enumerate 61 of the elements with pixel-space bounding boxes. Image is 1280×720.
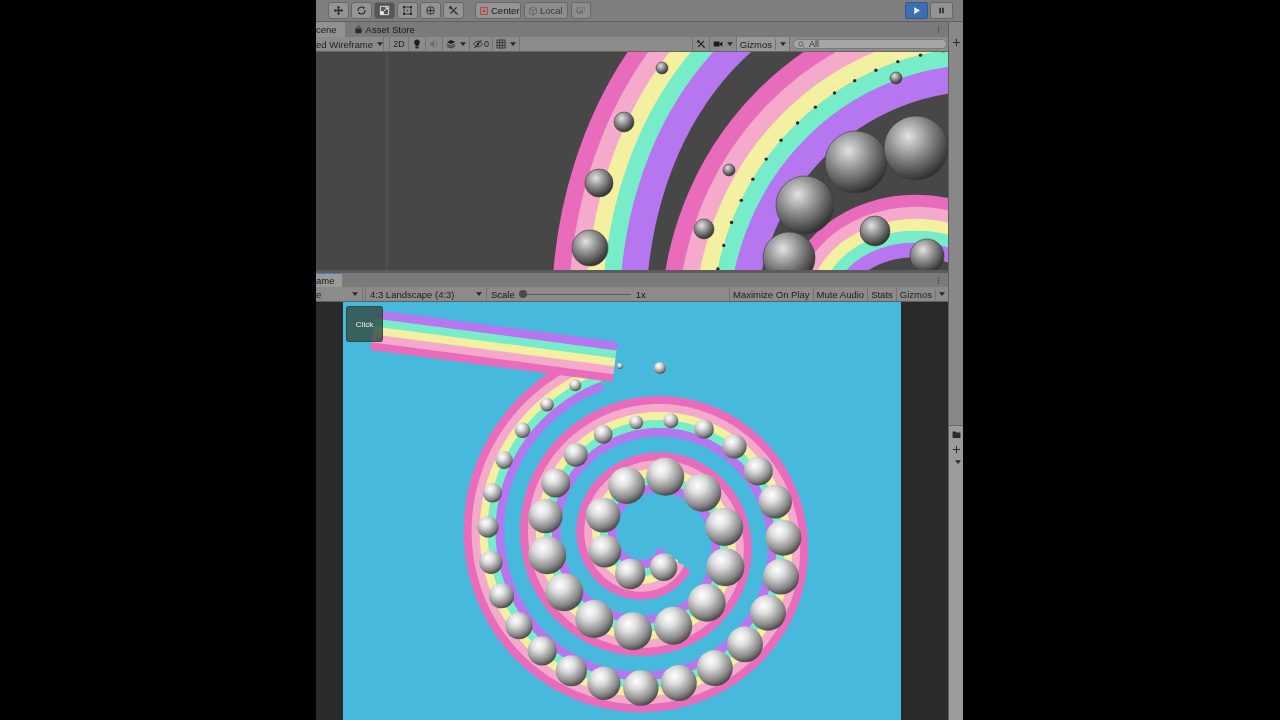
hidden-objects-toggle[interactable]: 0 xyxy=(470,37,493,51)
move-icon xyxy=(333,5,344,16)
tools-button[interactable] xyxy=(691,37,710,51)
caret-icon xyxy=(510,42,516,46)
crossed-tools-icon xyxy=(448,5,459,16)
bag-icon xyxy=(353,25,363,34)
2d-toggle[interactable]: 2D xyxy=(389,37,409,51)
camera-icon xyxy=(712,39,723,49)
play-button[interactable] xyxy=(905,2,928,19)
eye-slash-icon xyxy=(473,39,483,49)
gizmos-dropdown[interactable]: Gizmos xyxy=(736,37,790,51)
scale-slider[interactable] xyxy=(518,290,631,298)
caret-icon xyxy=(780,42,786,46)
lightbulb-icon xyxy=(412,39,422,49)
search-icon xyxy=(798,41,805,48)
plus-icon xyxy=(951,38,961,47)
caret-icon xyxy=(954,460,961,464)
crossed-tools-icon xyxy=(695,39,706,49)
game-ui-button[interactable]: Click xyxy=(346,306,383,342)
pivot-mode-button[interactable]: Center xyxy=(475,2,521,19)
rotate-tool-button[interactable] xyxy=(351,2,372,19)
folder-icon xyxy=(951,430,961,439)
pause-icon xyxy=(937,6,946,15)
move-tool-button[interactable] xyxy=(328,2,349,19)
rect-tool-button[interactable] xyxy=(397,2,418,19)
caret-icon xyxy=(939,292,945,296)
transform-icon xyxy=(425,5,436,16)
transform-tool-button[interactable] xyxy=(420,2,441,19)
toggle-button[interactable]: Maximize On Play xyxy=(729,287,814,301)
caret-icon xyxy=(476,292,482,296)
grid-dropdown[interactable] xyxy=(493,37,520,51)
caret-icon xyxy=(726,42,733,46)
cube-icon xyxy=(528,5,538,16)
layers-icon xyxy=(446,39,456,49)
caret-icon xyxy=(377,42,383,46)
pivot-icon xyxy=(479,5,489,16)
tab[interactable]: Asset Store xyxy=(346,22,423,37)
search-field[interactable]: All xyxy=(793,39,947,49)
caret-icon xyxy=(352,292,358,296)
pause-button[interactable] xyxy=(930,2,953,19)
tab[interactable]: cene xyxy=(316,22,345,37)
slider-thumb[interactable] xyxy=(518,290,527,298)
rect-corners-icon xyxy=(402,5,413,16)
grid-icon xyxy=(496,39,506,49)
scale-label: Scale xyxy=(491,288,515,300)
draw-mode-dropdown[interactable]: ed Wireframe xyxy=(316,37,384,51)
toggle-button[interactable]: Stats xyxy=(868,287,897,301)
rotate-icon xyxy=(356,5,367,16)
aspect-dropdown[interactable]: 4:3 Landscape (4:3) xyxy=(365,287,487,301)
plus-icon xyxy=(951,445,961,454)
play-icon xyxy=(912,6,921,15)
scale-value: 1x xyxy=(635,288,646,300)
display-dropdown[interactable]: e xyxy=(316,287,363,301)
scale-tool-button[interactable] xyxy=(374,2,395,19)
caret-icon xyxy=(460,42,466,46)
tab[interactable]: ame xyxy=(316,273,343,287)
scale-icon xyxy=(379,5,390,16)
snap-grid-icon xyxy=(575,5,586,16)
gizmos-dropdown[interactable]: Gizmos xyxy=(896,287,948,301)
custom-tool-button[interactable] xyxy=(443,2,464,19)
toggle-button[interactable]: Mute Audio xyxy=(813,287,869,301)
